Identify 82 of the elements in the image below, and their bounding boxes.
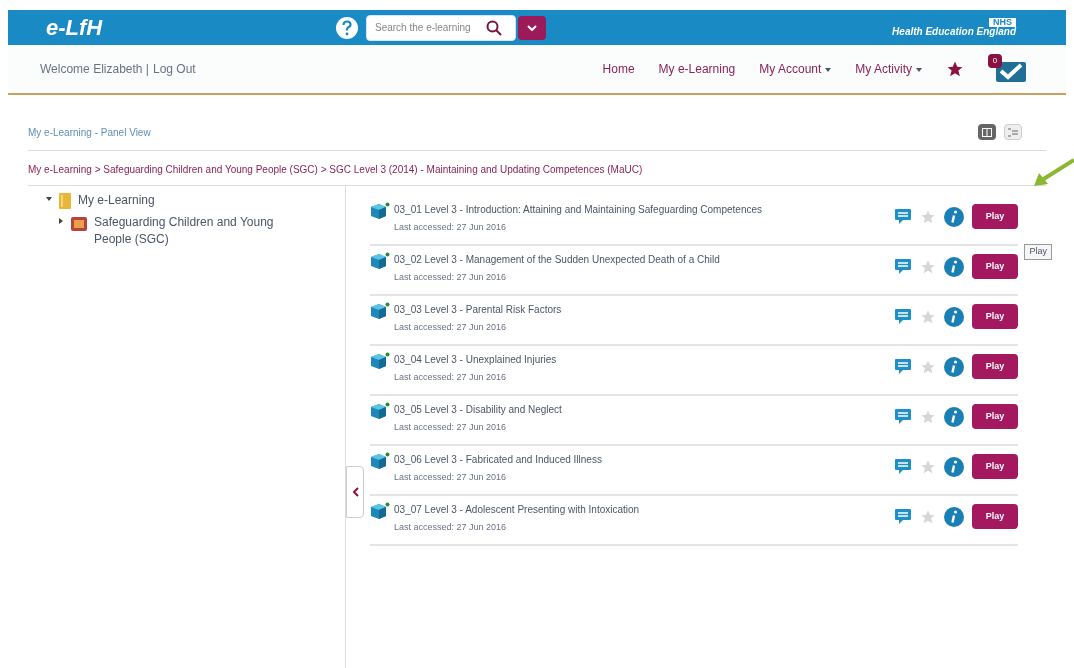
search-options-button[interactable] <box>518 15 546 40</box>
comment-icon[interactable] <box>894 307 912 326</box>
tooltip: Play <box>1024 244 1052 260</box>
messages-icon[interactable] <box>996 62 1026 82</box>
nav-link[interactable]: My Activity <box>855 60 922 78</box>
info-icon[interactable] <box>944 206 964 227</box>
info-icon[interactable] <box>944 306 964 327</box>
favourites-star-icon[interactable] <box>946 60 964 78</box>
breadcrumb[interactable]: My e-Learning > Safeguarding Children and Young People (SGC) > SGC Level 3 (2014) - Maintaining and Updating Competences (MaUC) <box>28 164 643 175</box>
course-icon <box>70 214 88 232</box>
last-accessed-text: Last accessed: 27 Jun 2016 <box>394 371 508 384</box>
organisation-name: Health Education England <box>892 27 1016 37</box>
last-accessed-text: Last accessed: 27 Jun 2016 <box>394 521 508 534</box>
log-out-link[interactable]: Log Out <box>152 60 196 78</box>
info-icon[interactable] <box>944 356 964 377</box>
module-cube-icon <box>370 252 390 270</box>
tree-item[interactable]: My e-Learning <box>78 192 298 209</box>
favourite-star-icon[interactable] <box>920 508 936 525</box>
session-title[interactable]: 03_03 Level 3 - Parental Risk Factors <box>394 302 784 317</box>
favourite-star-icon[interactable] <box>920 208 936 225</box>
play-button[interactable]: Play <box>972 454 1018 479</box>
list-view-button[interactable] <box>1004 124 1022 140</box>
nhs-badge: NHS <box>989 18 1016 27</box>
last-accessed-text: Last accessed: 27 Jun 2016 <box>394 221 508 234</box>
chevron-left-icon <box>351 487 359 497</box>
module-cube-icon <box>370 202 390 220</box>
play-button[interactable]: Play <box>972 404 1018 429</box>
comment-icon[interactable] <box>894 457 912 476</box>
site-logo[interactable]: e-LfH <box>46 11 336 44</box>
last-accessed-text: Last accessed: 27 Jun 2016 <box>394 421 508 434</box>
module-cube-icon <box>370 502 390 520</box>
favourite-star-icon[interactable] <box>920 258 936 275</box>
dropdown-caret-icon <box>916 67 922 72</box>
comment-icon[interactable] <box>894 407 912 426</box>
collapse-panel-button[interactable] <box>346 466 364 518</box>
panel-view-button[interactable] <box>978 124 996 140</box>
folder-icon <box>58 192 72 210</box>
columns-icon <box>982 127 992 137</box>
nav-link[interactable]: My Account <box>759 60 832 78</box>
session-title[interactable]: 03_07 Level 3 - Adolescent Presenting with Intoxication <box>394 502 784 517</box>
message-count-badge: 0 <box>988 54 1002 68</box>
caret-icon <box>527 24 537 31</box>
welcome-text: Welcome Elizabeth | <box>40 61 149 78</box>
last-accessed-text: Last accessed: 27 Jun 2016 <box>394 321 508 334</box>
play-button[interactable]: Play <box>972 304 1018 329</box>
comment-icon[interactable] <box>894 357 912 376</box>
tree-item[interactable]: Safeguarding Children and Young People (SGC) <box>94 214 314 248</box>
favourite-star-icon[interactable] <box>920 358 936 375</box>
play-button[interactable]: Play <box>972 354 1018 379</box>
last-accessed-text: Last accessed: 27 Jun 2016 <box>394 271 508 284</box>
nav-link[interactable]: My e-Learning <box>658 60 736 78</box>
collapsed-caret-icon[interactable] <box>58 218 64 224</box>
comment-icon[interactable] <box>894 207 912 226</box>
session-title[interactable]: 03_06 Level 3 - Fabricated and Induced Illness <box>394 452 784 467</box>
nav-link[interactable]: Home <box>602 60 635 78</box>
module-cube-icon <box>370 452 390 470</box>
last-accessed-text: Last accessed: 27 Jun 2016 <box>394 471 508 484</box>
play-button[interactable]: Play <box>972 204 1018 229</box>
comment-icon[interactable] <box>894 257 912 276</box>
info-icon[interactable] <box>944 456 964 477</box>
favourite-star-icon[interactable] <box>920 408 936 425</box>
info-icon[interactable] <box>944 256 964 277</box>
play-button[interactable]: Play <box>972 254 1018 279</box>
session-title[interactable]: 03_01 Level 3 - Introduction: Attaining and Maintaining Safeguarding Competences <box>394 202 784 217</box>
favourite-star-icon[interactable] <box>920 458 936 475</box>
dropdown-caret-icon <box>825 67 832 72</box>
session-title[interactable]: 03_05 Level 3 - Disability and Neglect <box>394 402 784 417</box>
session-title[interactable]: 03_02 Level 3 - Management of the Sudden Unexpected Death of a Child <box>394 252 784 267</box>
module-cube-icon <box>370 352 390 370</box>
module-cube-icon <box>370 402 390 420</box>
comment-icon[interactable] <box>894 507 912 526</box>
info-icon[interactable] <box>944 506 964 527</box>
session-title[interactable]: 03_04 Level 3 - Unexplained Injuries <box>394 352 784 367</box>
search-field[interactable]: Search the e-learning <box>366 14 516 41</box>
help-icon[interactable] <box>336 16 358 39</box>
module-cube-icon <box>370 302 390 320</box>
expanded-caret-icon[interactable] <box>46 196 52 202</box>
page-title: My e-Learning - Panel View <box>28 125 151 140</box>
list-icon <box>1008 127 1018 137</box>
info-icon[interactable] <box>944 406 964 427</box>
favourite-star-icon[interactable] <box>920 308 936 325</box>
play-button[interactable]: Play <box>972 504 1018 529</box>
